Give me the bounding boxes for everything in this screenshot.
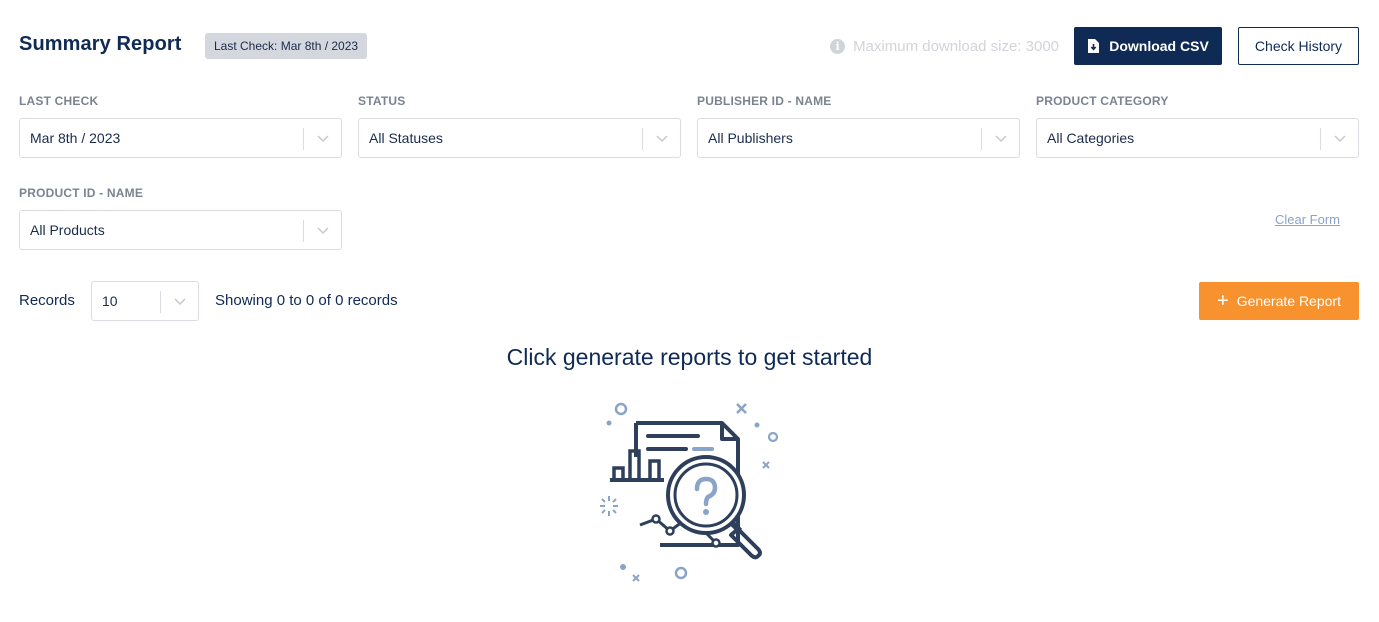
page-header: Summary Report Last Check: Mar 8th / 202… xyxy=(19,27,1359,65)
select-separator xyxy=(303,220,304,242)
product-select[interactable]: All Products xyxy=(19,210,342,250)
last-check-field: LAST CHECK Mar 8th / 2023 xyxy=(19,94,342,158)
records-label: Records xyxy=(19,292,75,309)
category-label: PRODUCT CATEGORY xyxy=(1036,94,1169,108)
publisher-field: PUBLISHER ID - NAME All Publishers xyxy=(697,94,1020,158)
download-csv-label: Download CSV xyxy=(1109,38,1209,54)
category-select[interactable]: All Categories xyxy=(1036,118,1359,158)
status-field: STATUS All Statuses xyxy=(358,94,681,158)
category-field: PRODUCT CATEGORY All Categories xyxy=(1036,94,1359,158)
info-icon: i xyxy=(830,39,846,54)
chevron-down-icon[interactable] xyxy=(316,223,330,237)
file-download-icon xyxy=(1088,39,1100,53)
max-download-info: i Maximum download size: 3000 xyxy=(830,38,1059,55)
status-value: All Statuses xyxy=(369,130,443,146)
max-download-text: Maximum download size: 3000 xyxy=(853,38,1059,55)
empty-state-title: Click generate reports to get started xyxy=(506,344,873,370)
publisher-label: PUBLISHER ID - NAME xyxy=(697,94,832,108)
last-check-badge: Last Check: Mar 8th / 2023 xyxy=(205,33,368,59)
check-history-button[interactable]: Check History xyxy=(1238,27,1359,65)
chevron-down-icon[interactable] xyxy=(994,131,1008,145)
generate-report-label: Generate Report xyxy=(1236,293,1341,309)
chevron-down-icon[interactable] xyxy=(316,131,330,145)
download-csv-button[interactable]: Download CSV xyxy=(1074,27,1222,65)
product-field: PRODUCT ID - NAME All Products xyxy=(19,186,342,250)
status-select[interactable]: All Statuses xyxy=(358,118,681,158)
records-page-size-select[interactable]: 10 xyxy=(91,281,199,321)
records-showing-text: Showing 0 to 0 of 0 records xyxy=(215,292,398,309)
select-separator xyxy=(303,128,304,150)
select-separator xyxy=(1320,128,1321,150)
select-separator xyxy=(981,128,982,150)
last-check-label: LAST CHECK xyxy=(19,94,99,108)
generate-report-button[interactable]: + Generate Report xyxy=(1199,282,1359,320)
category-value: All Categories xyxy=(1047,130,1135,146)
select-separator xyxy=(160,291,161,313)
page-title: Summary Report xyxy=(19,33,182,55)
plus-icon: + xyxy=(1217,290,1229,312)
report-search-illustration-icon xyxy=(600,402,779,582)
clear-form-link[interactable]: Clear Form xyxy=(1275,212,1340,227)
chevron-down-icon[interactable] xyxy=(1333,131,1347,145)
product-label: PRODUCT ID - NAME xyxy=(19,186,144,200)
product-value: All Products xyxy=(30,222,105,238)
last-check-value: Mar 8th / 2023 xyxy=(30,130,121,146)
chevron-down-icon[interactable] xyxy=(173,294,187,308)
publisher-select[interactable]: All Publishers xyxy=(697,118,1020,158)
chevron-down-icon[interactable] xyxy=(655,131,669,145)
last-check-select[interactable]: Mar 8th / 2023 xyxy=(19,118,342,158)
select-separator xyxy=(642,128,643,150)
publisher-value: All Publishers xyxy=(708,130,793,146)
records-page-size-value: 10 xyxy=(102,293,118,309)
status-label: STATUS xyxy=(358,94,406,108)
